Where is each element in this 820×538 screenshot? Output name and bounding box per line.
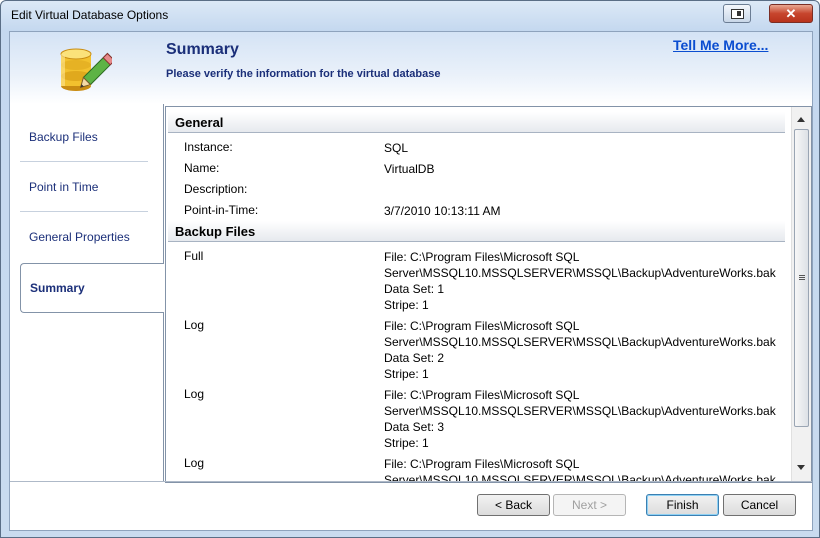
backup-data-set: Data Set: 2 bbox=[384, 351, 445, 365]
point-in-time-value: 3/7/2010 10:13:11 AM bbox=[384, 204, 501, 218]
backup-file-line: Server\MSSQL10.MSSQLSERVER\MSSQL\Backup\… bbox=[384, 335, 776, 349]
dialog-window: Edit Virtual Database Options ✕ Summary … bbox=[0, 0, 820, 538]
backup-type: Full bbox=[184, 249, 204, 263]
section-title: Backup Files bbox=[175, 224, 256, 239]
name-value: VirtualDB bbox=[384, 162, 435, 176]
vertical-scrollbar[interactable] bbox=[791, 107, 811, 482]
page-subtitle: Please verify the information for the vi… bbox=[166, 68, 441, 80]
nav-item-backup-files[interactable]: Backup Files bbox=[20, 102, 156, 152]
backup-file-line: File: C:\Program Files\Microsoft SQL bbox=[384, 388, 580, 402]
nav-item-label: Backup Files bbox=[29, 130, 98, 144]
dialog-client-area: Summary Please verify the information fo… bbox=[9, 31, 813, 531]
nav-item-point-in-time[interactable]: Point in Time bbox=[20, 152, 156, 202]
backup-file-line: File: C:\Program Files\Microsoft SQL bbox=[384, 319, 580, 333]
nav-item-summary[interactable]: Summary bbox=[20, 263, 164, 313]
window-title: Edit Virtual Database Options bbox=[11, 8, 169, 22]
description-label: Description: bbox=[184, 182, 248, 196]
instance-value: SQL bbox=[384, 141, 409, 155]
backup-stripe: Stripe: 1 bbox=[384, 436, 429, 450]
backup-details: File: C:\Program Files\Microsoft SQL Ser… bbox=[384, 456, 789, 482]
nav-item-general-properties[interactable]: General Properties bbox=[20, 202, 156, 252]
backup-file-line: Server\MSSQL10.MSSQLSERVER\MSSQL\Backup\… bbox=[384, 266, 776, 280]
backup-data-set: Data Set: 3 bbox=[384, 420, 445, 434]
backup-stripe: Stripe: 1 bbox=[384, 298, 429, 312]
window-icon bbox=[731, 9, 744, 19]
backup-details: File: C:\Program Files\Microsoft SQL Ser… bbox=[384, 249, 789, 313]
nav-divider bbox=[163, 311, 164, 481]
backup-stripe: Stripe: 1 bbox=[384, 367, 429, 381]
close-button[interactable]: ✕ bbox=[769, 4, 813, 23]
section-header-backup-files: Backup Files bbox=[168, 221, 785, 242]
footer-divider bbox=[10, 481, 812, 482]
close-icon: ✕ bbox=[785, 6, 797, 21]
tell-me-more-link[interactable]: Tell Me More... bbox=[673, 37, 768, 53]
backup-file-line: Server\MSSQL10.MSSQLSERVER\MSSQL\Backup\… bbox=[384, 404, 776, 418]
backup-data-set: Data Set: 1 bbox=[384, 282, 445, 296]
instance-label: Instance: bbox=[184, 140, 233, 154]
nav-item-label: General Properties bbox=[29, 230, 130, 244]
name-label: Name: bbox=[184, 161, 220, 175]
backup-file-line: File: C:\Program Files\Microsoft SQL bbox=[384, 457, 580, 471]
nav-item-label: Summary bbox=[30, 281, 85, 295]
backup-details: File: C:\Program Files\Microsoft SQL Ser… bbox=[384, 318, 789, 382]
back-button[interactable]: < Back bbox=[477, 494, 550, 516]
scroll-up-icon[interactable] bbox=[797, 117, 805, 122]
title-bar[interactable]: Edit Virtual Database Options ✕ bbox=[1, 1, 819, 31]
backup-type: Log bbox=[184, 387, 205, 401]
backup-file-line: File: C:\Program Files\Microsoft SQL bbox=[384, 250, 580, 264]
scroll-down-icon[interactable] bbox=[797, 465, 805, 470]
section-title: General bbox=[175, 115, 224, 130]
backup-type: Log bbox=[184, 456, 205, 470]
scrollbar-thumb[interactable] bbox=[794, 129, 809, 427]
finish-button[interactable]: Finish bbox=[646, 494, 719, 516]
grip-icon bbox=[799, 275, 805, 276]
page-title: Summary bbox=[166, 41, 239, 58]
database-edit-icon bbox=[60, 48, 112, 91]
next-button[interactable]: Next > bbox=[553, 494, 626, 516]
section-header-general: General bbox=[168, 112, 785, 133]
backup-details: File: C:\Program Files\Microsoft SQL Ser… bbox=[384, 387, 789, 451]
nav-item-label: Point in Time bbox=[29, 180, 99, 194]
backup-type: Log bbox=[184, 318, 205, 332]
cancel-button[interactable]: Cancel bbox=[723, 494, 796, 516]
nav-divider bbox=[163, 104, 164, 263]
wizard-header: Summary Please verify the information fo… bbox=[10, 32, 812, 104]
summary-panel[interactable]: General Instance: SQL Name: VirtualDB De… bbox=[165, 106, 812, 483]
point-in-time-label: Point-in-Time: bbox=[184, 203, 259, 217]
context-help-button[interactable] bbox=[723, 4, 751, 23]
